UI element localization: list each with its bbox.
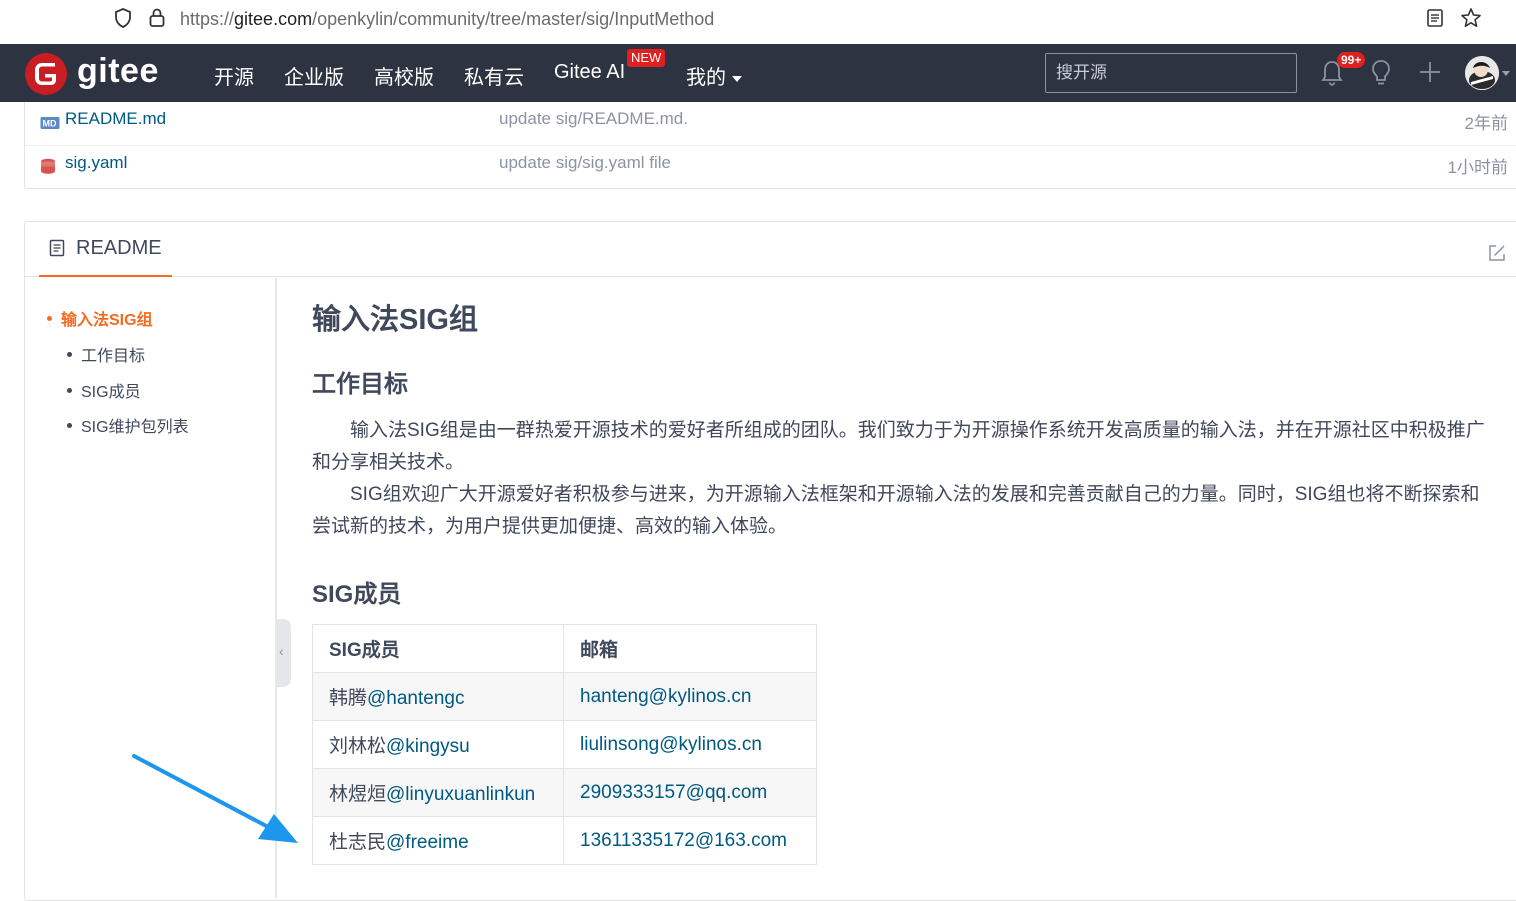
- bullet-icon: [67, 423, 72, 429]
- table-header-row: SIG成员 邮箱: [312, 624, 817, 673]
- gitee-logo-icon[interactable]: [24, 52, 68, 96]
- markdown-icon: MD: [40, 117, 60, 129]
- email-cell: 2909333157@qq.com: [563, 768, 817, 817]
- table-row: 刘林松@kingysu liulinsong@kylinos.cn: [312, 720, 817, 769]
- toc-item-label: SIG维护包列表: [81, 419, 189, 436]
- email-cell: liulinsong@kylinos.cn: [563, 720, 817, 769]
- email-cell: 13611335172@163.com: [563, 816, 817, 865]
- commit-time: 1小时前: [1447, 158, 1508, 177]
- commit-time: 2年前: [1464, 114, 1508, 133]
- member-handle-link[interactable]: @hantengc: [367, 688, 464, 709]
- toc-item-packages[interactable]: SIG维护包列表: [67, 413, 189, 437]
- nav-mine-label: 我的: [686, 67, 726, 89]
- url-path: /openkylin/community/tree/master/sig/Inp…: [312, 9, 715, 29]
- member-handle-link[interactable]: @kingysu: [386, 736, 470, 757]
- member-name: 林煜烜: [329, 784, 387, 805]
- reader-view-icon[interactable]: [1426, 8, 1444, 28]
- browser-toolbar: https://gitee.com/openkylin/community/tr…: [0, 0, 1516, 44]
- database-icon: [41, 158, 55, 174]
- top-navbar: gitee 开源 企业版 高校版 私有云 Gitee AI NEW 我的 99+: [0, 44, 1516, 102]
- member-handle-link[interactable]: @linyuxuanlinkun: [386, 784, 535, 805]
- section-heading-members: SIG成员: [312, 581, 402, 608]
- column-header: 邮箱: [563, 624, 817, 673]
- section-heading-goal: 工作目标: [312, 371, 408, 398]
- brand-name[interactable]: gitee: [77, 52, 159, 91]
- commit-message[interactable]: update sig/README.md.: [499, 109, 688, 129]
- nav-mine[interactable]: 我的: [686, 61, 742, 90]
- avatar-image: [1465, 56, 1499, 90]
- member-cell: 韩腾@hantengc: [312, 672, 564, 721]
- paragraph: 输入法SIG组是由一群热爱开源技术的爱好者所组成的团队。我们致力于为开源操作系统…: [312, 420, 1485, 473]
- goal-paragraphs: 输入法SIG组是由一群热爱开源技术的爱好者所组成的团队。我们致力于为开源操作系统…: [312, 415, 1492, 543]
- readme-header: README: [25, 222, 1516, 277]
- document-icon: [49, 239, 65, 257]
- bullet-icon: [67, 388, 72, 394]
- url-prefix: https://: [180, 9, 235, 29]
- email-link[interactable]: 13611335172@163.com: [580, 830, 787, 851]
- column-header: SIG成员: [312, 624, 564, 673]
- toc-item-label: SIG成员: [81, 384, 141, 401]
- member-cell: 林煜烜@linyuxuanlinkun: [312, 768, 564, 817]
- avatar-chevron-icon[interactable]: [1502, 71, 1510, 76]
- chevron-down-icon: [732, 75, 742, 82]
- email-link[interactable]: 2909333157@qq.com: [580, 782, 767, 803]
- file-row[interactable]: MD README.md update sig/README.md. 2年前: [25, 102, 1516, 146]
- file-list: MD README.md update sig/README.md. 2年前 s…: [24, 102, 1516, 189]
- table-row: 杜志民@freeime 13611335172@163.com: [312, 816, 817, 865]
- toc-item-label: 工作目标: [81, 348, 146, 365]
- member-cell: 杜志民@freeime: [312, 816, 564, 865]
- file-name[interactable]: README.md: [65, 109, 166, 129]
- member-name: 刘林松: [329, 736, 387, 757]
- new-badge: NEW: [627, 49, 666, 67]
- readme-tab-label: README: [76, 237, 162, 259]
- file-name[interactable]: sig.yaml: [65, 153, 127, 173]
- svg-text:MD: MD: [43, 119, 57, 129]
- bookmark-star-icon[interactable]: [1460, 7, 1482, 29]
- commit-message[interactable]: update sig/sig.yaml file: [499, 153, 671, 173]
- nav-enterprise[interactable]: 企业版: [284, 61, 344, 90]
- member-name: 杜志民: [329, 832, 387, 853]
- member-handle-link[interactable]: @freeime: [386, 832, 469, 853]
- toc-collapse-handle[interactable]: ‹: [276, 619, 291, 687]
- readme-tab[interactable]: README: [39, 222, 172, 277]
- email-link[interactable]: hanteng@kylinos.cn: [580, 686, 751, 707]
- table-row: 韩腾@hantengc hanteng@kylinos.cn: [312, 672, 817, 721]
- user-avatar[interactable]: [1465, 56, 1499, 90]
- member-name: 韩腾: [329, 688, 368, 709]
- email-link[interactable]: liulinsong@kylinos.cn: [580, 734, 762, 755]
- chevron-left-icon: ‹: [279, 643, 284, 659]
- toc-item-label: 输入法SIG组: [61, 312, 153, 329]
- toc-item-members[interactable]: SIG成员: [67, 378, 141, 402]
- lock-icon[interactable]: [149, 8, 165, 28]
- url-host: gitee.com: [234, 9, 313, 29]
- toc-item-title[interactable]: 输入法SIG组: [47, 306, 153, 330]
- paragraph: SIG组欢迎广大开源爱好者积极参与进来，为开源输入法框架和开源输入法的发展和完善…: [312, 484, 1480, 537]
- email-cell: hanteng@kylinos.cn: [563, 672, 817, 721]
- shield-icon[interactable]: [114, 8, 132, 28]
- annotation-arrow-icon: [132, 754, 298, 843]
- members-table: SIG成员 邮箱 韩腾@hantengc hanteng@kylinos.cn …: [312, 624, 817, 865]
- file-row[interactable]: sig.yaml update sig/sig.yaml file 1小时前: [25, 146, 1516, 190]
- bullet-icon: [47, 316, 52, 322]
- member-cell: 刘林松@kingysu: [312, 720, 564, 769]
- nav-private-cloud[interactable]: 私有云: [464, 61, 524, 90]
- toc-item-goal[interactable]: 工作目标: [67, 342, 145, 366]
- nav-education[interactable]: 高校版: [374, 61, 434, 90]
- url-field[interactable]: https://gitee.com/openkylin/community/tr…: [180, 9, 714, 30]
- nav-open-source[interactable]: 开源: [214, 61, 254, 90]
- nav-gitee-ai[interactable]: Gitee AI: [554, 61, 625, 84]
- table-row: 林煜烜@linyuxuanlinkun 2909333157@qq.com: [312, 768, 817, 817]
- search-input[interactable]: [1045, 53, 1297, 93]
- notification-badge: 99+: [1337, 52, 1366, 68]
- edit-icon[interactable]: [1487, 243, 1507, 263]
- lightbulb-icon[interactable]: [1369, 59, 1393, 87]
- bullet-icon: [67, 352, 72, 358]
- page-title: 输入法SIG组: [312, 304, 478, 336]
- plus-icon[interactable]: [1418, 60, 1442, 84]
